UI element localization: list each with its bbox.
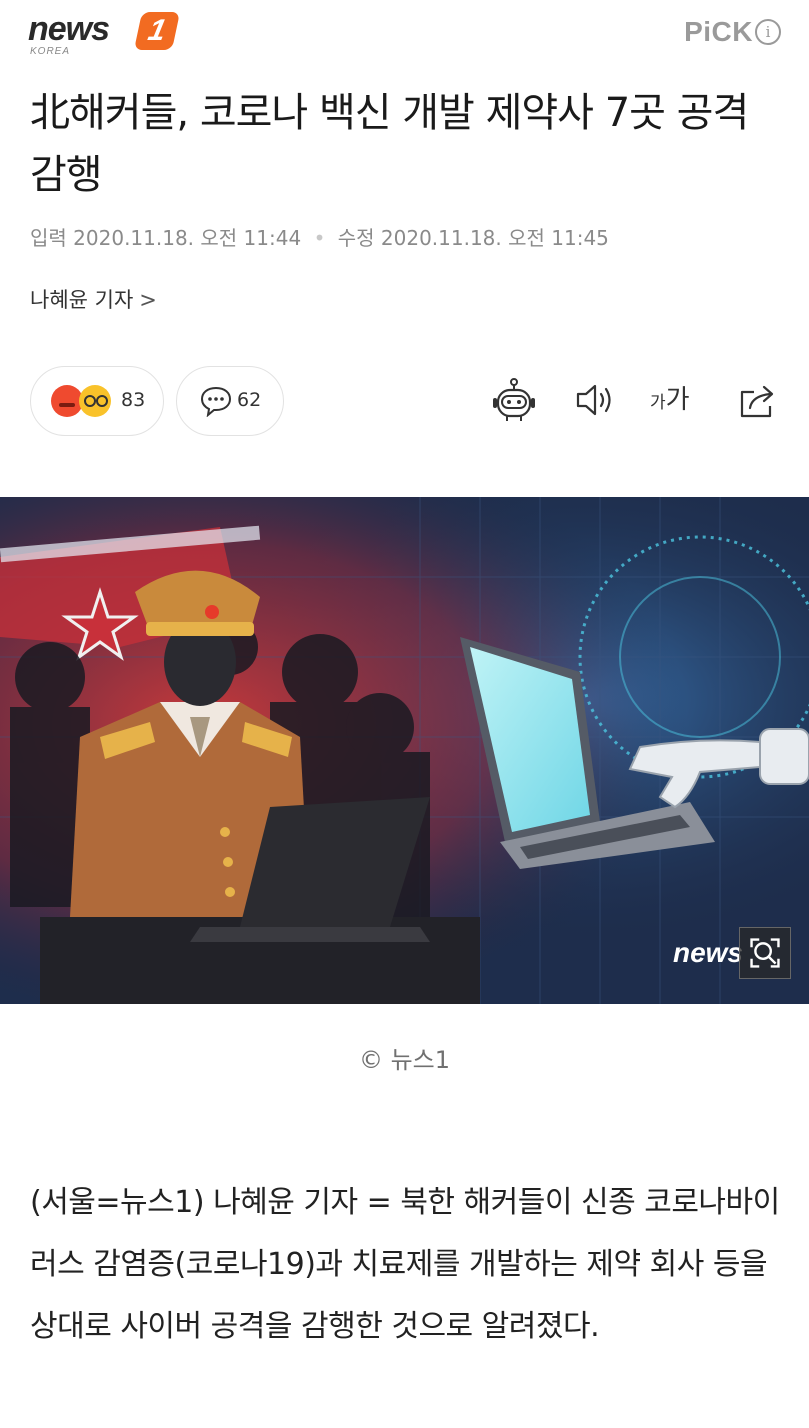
chevron-right-icon: > xyxy=(139,288,157,312)
modified-label: 수정 xyxy=(337,226,375,250)
input-date: 2020.11.18. 오전 11:44 xyxy=(73,226,302,250)
photo-caption: © 뉴스1 xyxy=(358,1046,451,1074)
article-photo[interactable]: news xyxy=(0,497,809,1004)
reporter-name: 나혜윤 기자 xyxy=(30,288,134,312)
zoom-icon[interactable] xyxy=(739,927,791,979)
top-bar: news 1 KOREA PiCK i xyxy=(0,0,809,72)
article-headline: 北해커들, 코로나 백신 개발 제약사 7곳 공격 감행 xyxy=(30,90,749,198)
modified-date: 2020.11.18. 오전 11:45 xyxy=(380,226,609,250)
robot-tts-icon[interactable] xyxy=(492,376,536,424)
pick-label: PiCK xyxy=(684,16,753,47)
font-size-button[interactable]: 가가 xyxy=(650,376,694,424)
hacker-illustration xyxy=(0,497,809,1004)
logo-badge: 1 xyxy=(133,12,181,50)
comment-button[interactable]: 62 xyxy=(176,366,284,436)
share-icon[interactable] xyxy=(736,376,780,424)
speech-bubble-icon xyxy=(200,386,232,417)
article-body: (서울=뉴스1) 나혜윤 기자 = 북한 해커들이 신종 코로나바이러스 감염증… xyxy=(30,1185,780,1344)
logo-wordmark: news xyxy=(28,10,110,48)
photo-watermark: news xyxy=(672,937,743,968)
input-label: 입력 xyxy=(30,226,67,250)
reaction-count: 83 xyxy=(121,389,146,411)
comment-count: 62 xyxy=(237,389,262,411)
reaction-button[interactable]: 83 xyxy=(30,366,164,436)
font-small-label: 가 xyxy=(650,393,666,413)
reporter-link[interactable]: 나혜윤 기자 > xyxy=(30,284,157,314)
info-icon[interactable]: i xyxy=(755,19,781,45)
dateline: 입력 2020.11.18. 오전 11:44 • 수정 2020.11.18.… xyxy=(30,222,609,251)
date-separator: • xyxy=(313,226,326,250)
font-large-label: 가 xyxy=(665,385,690,415)
logo-subtext: KOREA xyxy=(30,46,71,57)
dizzy-emoji-icon xyxy=(79,385,111,417)
speaker-icon[interactable] xyxy=(573,376,617,424)
news1-logo[interactable]: news 1 KOREA xyxy=(28,10,188,60)
